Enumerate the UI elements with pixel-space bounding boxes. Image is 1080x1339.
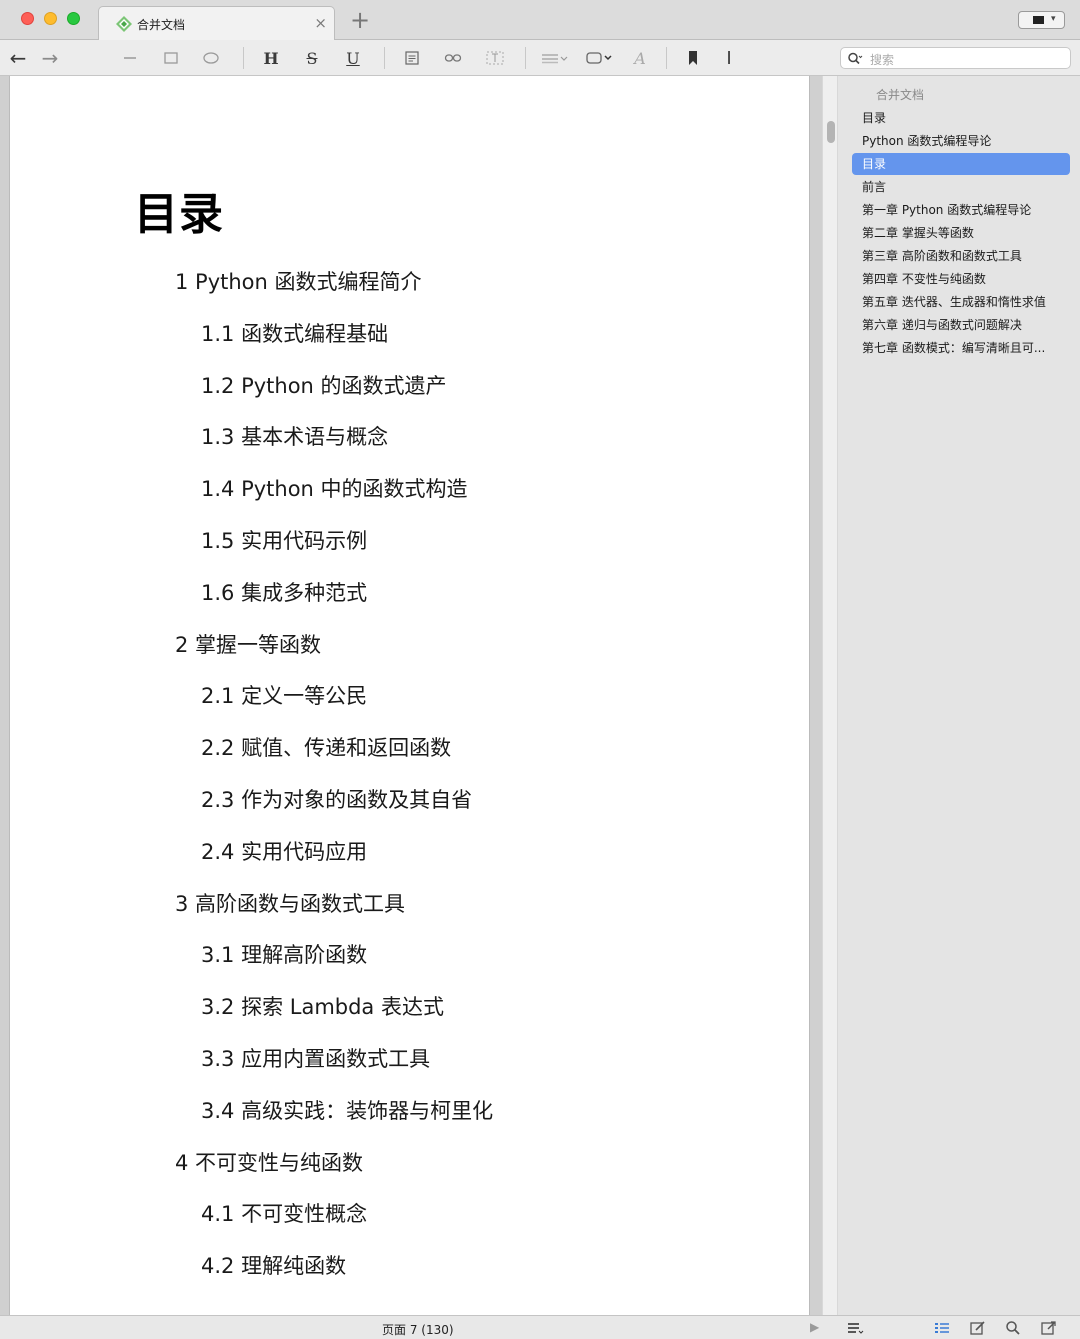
toc-section[interactable]: 2.1 定义一等公民: [201, 680, 367, 710]
line-style-icon: [542, 54, 568, 64]
close-window-button[interactable]: [21, 12, 34, 25]
outline-item[interactable]: 目录: [852, 107, 1070, 129]
outline-item[interactable]: Python 函数式编程导论: [852, 130, 1070, 152]
toc-section[interactable]: 1.4 Python 中的函数式构造: [201, 473, 468, 503]
tab-close-icon[interactable]: ×: [314, 14, 327, 32]
outline-item[interactable]: 第三章 高阶函数和函数式工具: [852, 245, 1070, 267]
outline-item[interactable]: 第七章 函数模式：编写清晰且可...: [852, 337, 1070, 359]
toc-section[interactable]: 1.1 函数式编程基础: [201, 318, 388, 348]
line-style-dropdown[interactable]: [540, 46, 570, 70]
list-menu-icon[interactable]: [846, 1319, 864, 1337]
toc-section[interactable]: 1.2 Python 的函数式遗产: [201, 370, 447, 400]
document-area[interactable]: 目录 1 Python 函数式编程简介 1.1 函数式编程基础 1.2 Python…: [0, 76, 822, 1315]
text-cursor-button[interactable]: I: [717, 46, 741, 70]
link-button[interactable]: [441, 46, 465, 70]
toolbar-divider: [666, 47, 667, 69]
rectangle-tool-button[interactable]: [159, 46, 183, 70]
toc-section[interactable]: 1.5 实用代码示例: [201, 525, 367, 555]
underline-button[interactable]: U: [341, 46, 365, 70]
outline-item[interactable]: 第一章 Python 函数式编程导论: [852, 199, 1070, 221]
text-box-icon: [486, 51, 504, 65]
status-bar: 页面 7 (130) ▶: [0, 1315, 1080, 1339]
bookmark-button[interactable]: [681, 46, 705, 70]
toc-section[interactable]: 2.4 实用代码应用: [201, 836, 367, 866]
toc-section[interactable]: 3.3 应用内置函数式工具: [201, 1043, 430, 1073]
forward-button[interactable]: →: [38, 46, 62, 70]
font-button[interactable]: A: [628, 46, 652, 70]
minimize-window-button[interactable]: [44, 12, 57, 25]
annotate-icon[interactable]: [969, 1319, 987, 1337]
search-placeholder: 搜索: [870, 53, 895, 67]
scrollbar-thumb[interactable]: [827, 121, 835, 143]
toc-section[interactable]: 3.4 高级实践：装饰器与柯里化: [201, 1095, 493, 1125]
rectangle-icon: [164, 52, 178, 64]
outline-view-icon[interactable]: [933, 1319, 951, 1337]
bookmark-icon: [689, 51, 697, 65]
strikethrough-button[interactable]: S: [300, 46, 324, 70]
outline-header[interactable]: 合并文档: [852, 84, 1070, 106]
outline-item[interactable]: 第六章 递归与函数式问题解决: [852, 314, 1070, 336]
search-icon: [848, 52, 863, 65]
oval-icon: [203, 52, 219, 64]
toc-section[interactable]: 4.1 不可变性概念: [201, 1198, 367, 1228]
play-button[interactable]: ▶: [810, 1320, 819, 1334]
search-document-icon[interactable]: [1004, 1319, 1022, 1337]
outline-item[interactable]: 第五章 迭代器、生成器和惰性求值: [852, 291, 1070, 313]
outline-sidebar: 合并文档 目录 Python 函数式编程导论 目录 前言 第一章 Python 函数式编程…: [838, 76, 1080, 1315]
toolbar-divider: [384, 47, 385, 69]
export-icon[interactable]: [1040, 1319, 1058, 1337]
toc-chapter[interactable]: 2 掌握一等函数: [175, 629, 321, 659]
toc-section[interactable]: 1.6 集成多种范式: [201, 577, 367, 607]
page-title: 目录: [134, 189, 224, 240]
page-indicator: 页面 7 (130): [382, 1323, 454, 1337]
link-icon: [444, 54, 462, 62]
line-icon: [124, 57, 136, 59]
note-icon: [405, 51, 419, 65]
outline-item[interactable]: 前言: [852, 176, 1070, 198]
toolbar: ← → H S U A I 搜索: [0, 40, 1080, 76]
outline-item[interactable]: 第四章 不变性与纯函数: [852, 268, 1070, 290]
toc-section[interactable]: 2.3 作为对象的函数及其自省: [201, 784, 472, 814]
back-button[interactable]: ←: [6, 46, 30, 70]
document-tab[interactable]: 合并文档 ×: [98, 6, 335, 40]
toc-section[interactable]: 1.3 基本术语与概念: [201, 421, 388, 451]
shape-style-dropdown[interactable]: [585, 46, 615, 70]
shape-style-icon: [586, 52, 612, 64]
document-page[interactable]: 目录 1 Python 函数式编程简介 1.1 函数式编程基础 1.2 Python…: [9, 76, 810, 1315]
window-layout-icon: [1033, 16, 1044, 24]
toc-section[interactable]: 3.1 理解高阶函数: [201, 939, 367, 969]
tab-title: 合并文档: [137, 18, 186, 32]
document-scrollbar[interactable]: [822, 76, 838, 1315]
toolbar-divider: [243, 47, 244, 69]
oval-tool-button[interactable]: [199, 46, 223, 70]
toc-chapter[interactable]: 4 不可变性与纯函数: [175, 1147, 363, 1177]
outline-item[interactable]: 第二章 掌握头等函数: [852, 222, 1070, 244]
toc-chapter[interactable]: 3 高阶函数与函数式工具: [175, 888, 405, 918]
new-tab-button[interactable]: +: [350, 8, 370, 32]
note-button[interactable]: [400, 46, 424, 70]
toc-section[interactable]: 2.2 赋值、传递和返回函数: [201, 732, 451, 762]
line-tool-button[interactable]: [118, 46, 142, 70]
chevron-down-icon: ▾: [1051, 14, 1056, 24]
toc-chapter[interactable]: 1 Python 函数式编程简介: [175, 266, 422, 296]
text-box-button[interactable]: [483, 46, 507, 70]
search-field[interactable]: 搜索: [840, 47, 1071, 69]
toc-section[interactable]: 3.2 探索 Lambda 表达式: [201, 991, 444, 1021]
highlight-button[interactable]: H: [259, 46, 283, 70]
document-app-icon: [116, 16, 132, 32]
zoom-window-button[interactable]: [67, 12, 80, 25]
outline-item[interactable]: 目录: [852, 153, 1070, 175]
title-bar: 合并文档 × + ▾: [0, 0, 1080, 40]
toolbar-divider: [525, 47, 526, 69]
toc-section[interactable]: 4.2 理解纯函数: [201, 1250, 346, 1280]
window-layout-button[interactable]: ▾: [1018, 11, 1065, 29]
